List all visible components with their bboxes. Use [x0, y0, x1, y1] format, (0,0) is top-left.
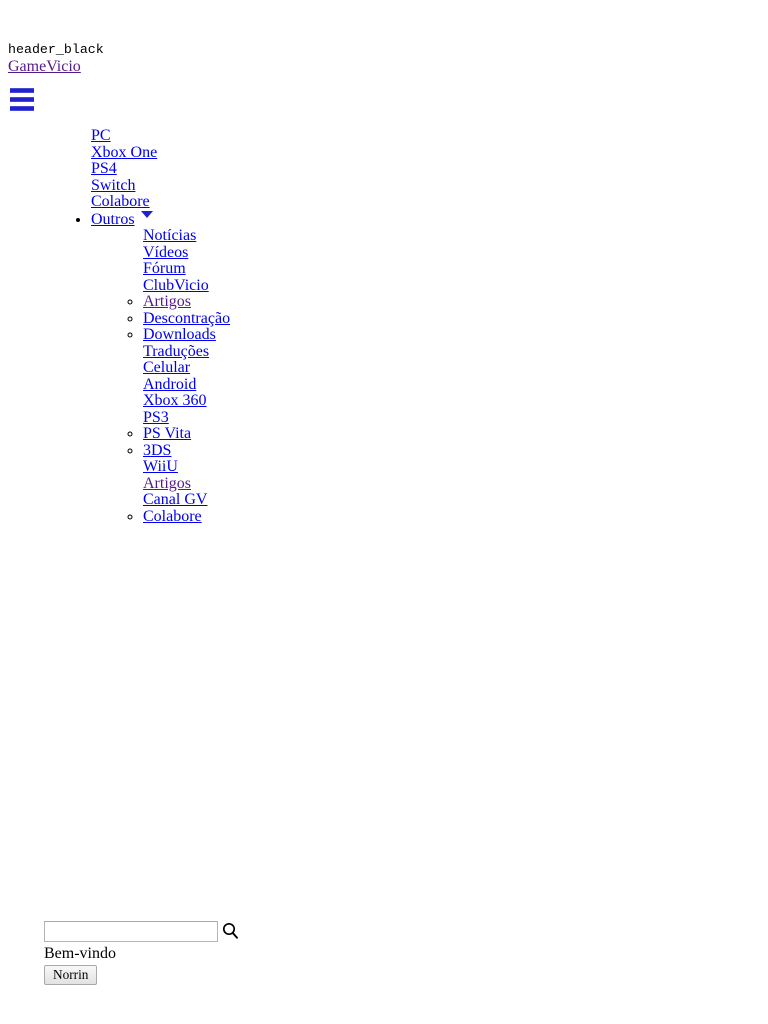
submenu-link-colabore[interactable]: Colabore [143, 508, 202, 525]
search-row [8, 918, 748, 944]
submenu-link-xbox-360[interactable]: Xbox 360 [143, 392, 207, 409]
submenu-link-3ds[interactable]: 3DS [143, 442, 171, 459]
submenu-link-artigos-2[interactable]: Artigos [143, 475, 191, 492]
nav-link-switch[interactable]: Switch [91, 177, 135, 194]
submenu-link-ps-vita[interactable]: PS Vita [143, 425, 191, 442]
nav-item-ps4[interactable]: PS4 [91, 160, 760, 178]
submenu-item-clubvicio[interactable]: ClubVicio [143, 277, 760, 295]
submenu-item-artigos[interactable]: Artigos [143, 293, 760, 311]
submenu-link-downloads[interactable]: Downloads [143, 326, 216, 343]
submenu-link-ps3[interactable]: PS3 [143, 409, 169, 426]
submenu-link-android[interactable]: Android [143, 376, 196, 393]
submenu-item-wiiu[interactable]: WiiU [143, 458, 760, 476]
nav-item-colabore[interactable]: Colabore [91, 193, 760, 211]
submenu-item-ps-vita[interactable]: PS Vita [143, 425, 760, 443]
submenu-item-noticias[interactable]: Notícias [143, 227, 760, 245]
header-debug-label: header_black [8, 42, 104, 57]
hamburger-bar [10, 88, 34, 93]
submenu-item-forum[interactable]: Fórum [143, 260, 760, 278]
submenu-link-traducoes[interactable]: Traduções [143, 343, 209, 360]
submenu-item-ps3[interactable]: PS3 [143, 409, 760, 427]
nav-item-pc[interactable]: PC [91, 127, 760, 145]
submenu-link-celular[interactable]: Celular [143, 359, 190, 376]
submenu-item-xbox-360[interactable]: Xbox 360 [143, 392, 760, 410]
chevron-down-icon[interactable] [140, 210, 153, 218]
submenu-item-descontracao[interactable]: Descontração [143, 310, 760, 328]
nav-link-outros[interactable]: Outros [91, 211, 135, 228]
brand-link-gamevicio[interactable]: GameVicio [8, 58, 81, 75]
submenu-link-noticias[interactable]: Notícias [143, 227, 196, 244]
bottom-bar: Bem-vindo Norrin [8, 918, 748, 985]
submenu-item-artigos-2[interactable]: Artigos [143, 475, 760, 493]
hamburger-bar [10, 106, 34, 111]
submenu-link-forum[interactable]: Fórum [143, 260, 186, 277]
submenu-link-clubvicio[interactable]: ClubVicio [143, 277, 209, 294]
brand-line: GameVicio [8, 58, 760, 76]
submenu-link-artigos[interactable]: Artigos [143, 293, 191, 310]
primary-nav-list: PC Xbox One PS4 Switch Colabore Outros N… [8, 127, 760, 526]
outros-submenu-list: Notícias Vídeos Fórum ClubVicio Artigos … [91, 227, 760, 526]
page-root: header_black GameVicio PC Xbox One PS4 S… [0, 0, 768, 985]
hamburger-icon[interactable] [10, 84, 36, 115]
submenu-item-android[interactable]: Android [143, 376, 760, 394]
hamburger-bar [10, 97, 34, 102]
submenu-item-traducoes[interactable]: Traduções [143, 343, 760, 361]
submenu-item-celular[interactable]: Celular [143, 359, 760, 377]
submenu-link-descontracao[interactable]: Descontração [143, 310, 230, 327]
nav-item-xbox-one[interactable]: Xbox One [91, 144, 760, 162]
nav-item-switch[interactable]: Switch [91, 177, 760, 195]
welcome-text: Bem-vindo [44, 945, 116, 962]
nav-link-pc[interactable]: PC [91, 127, 111, 144]
submenu-item-colabore[interactable]: Colabore [143, 508, 760, 526]
nav-link-xbox-one[interactable]: Xbox One [91, 144, 157, 161]
submenu-item-downloads[interactable]: Downloads [143, 326, 760, 344]
submenu-item-videos[interactable]: Vídeos [143, 244, 760, 262]
nav-link-colabore[interactable]: Colabore [91, 193, 150, 210]
submenu-item-3ds[interactable]: 3DS [143, 442, 760, 460]
submenu-item-canal-gv[interactable]: Canal GV [143, 491, 760, 509]
submenu-link-videos[interactable]: Vídeos [143, 244, 188, 261]
search-icon[interactable] [222, 922, 239, 940]
submenu-link-canal-gv[interactable]: Canal GV [143, 491, 207, 508]
submenu-link-wiiu[interactable]: WiiU [143, 458, 178, 475]
search-input[interactable] [44, 920, 218, 942]
nav-link-ps4[interactable]: PS4 [91, 160, 117, 177]
user-account-button[interactable]: Norrin [44, 965, 98, 985]
nav-item-outros[interactable]: Outros Notícias Vídeos Fórum ClubVicio A… [91, 210, 760, 526]
